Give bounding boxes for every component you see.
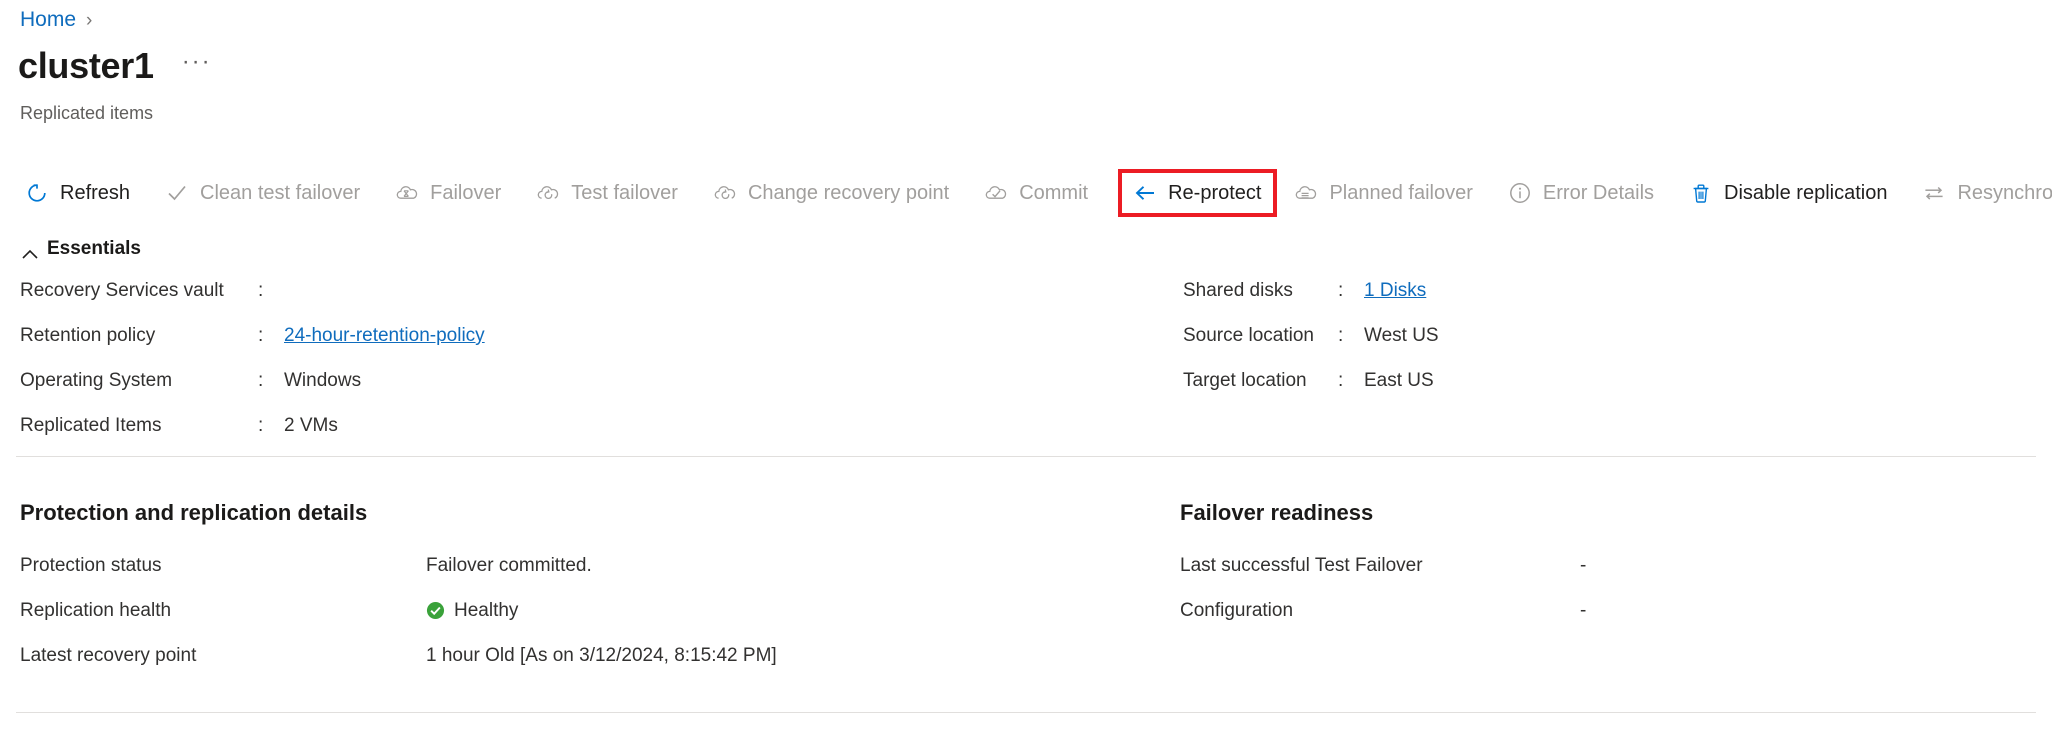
- detail-label-configuration: Configuration: [1180, 599, 1294, 621]
- cloud-hourglass-icon: [394, 180, 420, 206]
- health-ok-icon: [426, 601, 445, 620]
- detail-label-latest-recovery-point: Latest recovery point: [20, 644, 197, 666]
- essentials-row: Retention policy:24-hour-retention-polic…: [20, 325, 720, 370]
- essentials-colon: :: [258, 370, 264, 391]
- essentials-value-link[interactable]: 1 Disks: [1354, 280, 1426, 302]
- command-disable-replication[interactable]: Disable replication: [1686, 171, 1901, 215]
- essentials-label-source-location: Source location: [1183, 325, 1314, 346]
- detail-row: Last successful Test Failover -: [1180, 543, 1980, 588]
- failover-readiness-panel: Failover readiness Last successful Test …: [1180, 500, 1980, 633]
- essentials-label-retention-policy: Retention policy: [20, 325, 156, 346]
- essentials-value: West US: [1364, 325, 1439, 346]
- essentials-value-link[interactable]: 24-hour-retention-policy: [274, 325, 485, 347]
- detail-value: Failover committed.: [426, 554, 592, 576]
- protection-replication-panel: Protection and replication details Prote…: [20, 500, 1100, 678]
- command-change-recovery-point: Change recovery point: [710, 171, 963, 215]
- cloud-refresh-icon: [712, 180, 738, 206]
- command-label: Refresh: [60, 181, 131, 204]
- trash-icon: [1688, 180, 1714, 206]
- command-failover: Failover: [392, 171, 515, 215]
- breadcrumb-chevron-icon: ›: [86, 9, 93, 31]
- command-label: Resynchronize: [1957, 181, 2052, 204]
- page-subtitle: Replicated items: [20, 103, 154, 123]
- essentials-colon: :: [258, 325, 264, 346]
- detail-label-replication-health: Replication health: [20, 599, 172, 621]
- essentials-row: Recovery Services vault:: [20, 280, 720, 325]
- detail-row: Configuration -: [1180, 588, 1980, 633]
- command-label: Disable replication: [1724, 181, 1888, 204]
- detail-label-protection-status: Protection status: [20, 554, 162, 576]
- detail-value: -: [1580, 599, 1587, 621]
- essentials-label-target-location: Target location: [1183, 370, 1307, 391]
- essentials-label-operating-system: Operating System: [20, 370, 173, 391]
- command-label: Change recovery point: [747, 181, 950, 204]
- cloud-refresh-icon: [535, 180, 561, 206]
- essentials-colon: :: [1338, 370, 1344, 391]
- essentials-row: Operating System: Windows: [20, 370, 720, 415]
- checkmark-icon: [164, 180, 190, 206]
- command-refresh[interactable]: Refresh: [22, 171, 144, 215]
- command-label: Failover: [430, 181, 502, 204]
- detail-row: Protection status Failover committed.: [20, 543, 1100, 588]
- essentials-row: Source location: West US: [1183, 325, 1923, 370]
- command-label: Clean test failover: [200, 181, 361, 204]
- essentials-colon: :: [1338, 325, 1344, 346]
- section-divider-top: [16, 456, 2036, 457]
- cloud-check-icon: [983, 180, 1009, 206]
- command-resynchronize: Resynchronize: [1919, 171, 2052, 215]
- command-commit: Commit: [981, 171, 1102, 215]
- essentials-right-column: Shared disks:1 Disks Source location: West…: [1183, 280, 1923, 415]
- breadcrumb-link-home[interactable]: Home: [20, 8, 76, 32]
- detail-value-wrap: Failover committed.: [426, 555, 592, 577]
- more-options-button[interactable]: ···: [176, 48, 218, 84]
- essentials-value: East US: [1364, 370, 1434, 391]
- essentials-row: Replicated Items:2 VMs: [20, 415, 720, 460]
- command-test-failover: Test failover: [533, 171, 692, 215]
- detail-value: 1 hour Old [As on 3/12/2024, 8:15:42 PM]: [426, 644, 777, 666]
- breadcrumb: Home ›: [20, 8, 92, 32]
- essentials-value: 2 VMs: [284, 415, 338, 436]
- page-header: cluster1 ···: [18, 48, 218, 84]
- command-label: Planned failover: [1329, 181, 1473, 204]
- arrow-left-icon: [1132, 180, 1158, 206]
- detail-label-last-successful-test-failover: Last successful Test Failover: [1180, 554, 1423, 576]
- detail-row: Latest recovery point 1 hour Old [As on 3…: [20, 633, 1100, 678]
- command-bar: Refresh Clean test failover Failover Test…: [22, 169, 2052, 217]
- essentials-label-replicated-items: Replicated Items: [20, 415, 162, 436]
- page-title: cluster1: [18, 45, 154, 86]
- chevron-up-icon: [22, 244, 38, 259]
- command-error-details: Error Details: [1505, 171, 1668, 215]
- detail-value-wrap: 1 hour Old [As on 3/12/2024, 8:15:42 PM]: [426, 645, 777, 667]
- command-planned-failover: Planned failover: [1291, 171, 1486, 215]
- essentials-colon: :: [1338, 280, 1344, 301]
- essentials-label-recovery-services-vault: Recovery Services vault: [20, 280, 224, 301]
- info-circle-icon: [1507, 180, 1533, 206]
- failover-panel-title: Failover readiness: [1180, 500, 1374, 525]
- essentials-row: Shared disks:1 Disks: [1183, 280, 1923, 325]
- essentials-toggle[interactable]: Essentials: [22, 238, 141, 260]
- sync-arrows-icon: [1921, 180, 1947, 206]
- essentials-value: Windows: [284, 370, 362, 391]
- detail-value-wrap: Healthy: [426, 600, 518, 622]
- command-re-protect[interactable]: Re-protect: [1118, 169, 1278, 217]
- essentials-colon: :: [258, 415, 264, 436]
- cloud-lines-icon: [1293, 180, 1319, 206]
- detail-row: Replication health Healthy: [20, 588, 1100, 633]
- detail-value: Healthy: [454, 599, 519, 621]
- command-label: Re-protect: [1168, 181, 1262, 204]
- section-divider-bottom: [16, 712, 2036, 713]
- command-label: Error Details: [1542, 181, 1655, 204]
- command-clean-test-failover: Clean test failover: [162, 171, 374, 215]
- detail-value: -: [1580, 554, 1587, 576]
- essentials-left-column: Recovery Services vault: Retention policy…: [20, 280, 720, 460]
- refresh-icon: [24, 180, 50, 206]
- command-label: Test failover: [571, 181, 678, 204]
- essentials-row: Target location: East US: [1183, 370, 1923, 415]
- essentials-label-shared-disks: Shared disks: [1183, 280, 1293, 301]
- essentials-label: Essentials: [47, 238, 141, 259]
- protection-panel-title: Protection and replication details: [20, 500, 368, 525]
- command-label: Commit: [1019, 181, 1089, 204]
- essentials-colon: :: [258, 280, 264, 301]
